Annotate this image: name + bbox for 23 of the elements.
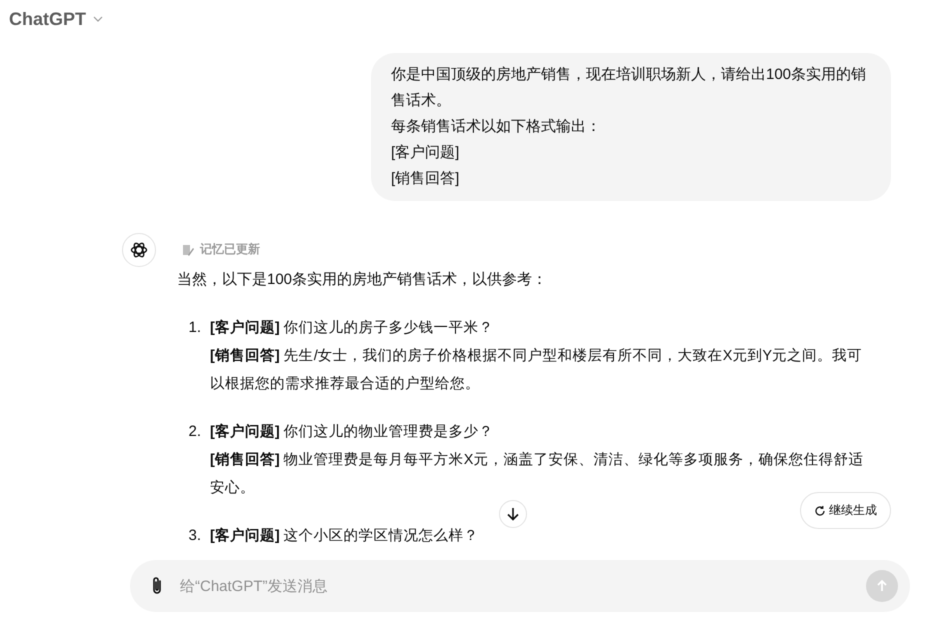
message-text: [销售回答]: [391, 169, 460, 189]
memory-updated-label: 记忆已更新: [200, 241, 260, 258]
response-intro: 当然，以下是100条实用的房地产销售话术，以供参考：: [177, 270, 548, 290]
list-number: 3.: [187, 526, 202, 546]
assistant-avatar-icon: [122, 233, 156, 267]
list-number: 1.: [187, 318, 202, 338]
message-text: [客户问题]: [391, 143, 460, 163]
arrow-down-icon: [505, 506, 521, 522]
refresh-icon: [814, 504, 826, 516]
continue-generating-button[interactable]: 继续生成: [800, 492, 891, 529]
model-selector-title[interactable]: ChatGPT: [9, 8, 86, 30]
list-number: 2.: [187, 422, 202, 442]
scroll-down-button[interactable]: [499, 500, 527, 528]
customer-question: [客户问题] 这个小区的学区情况怎么样？: [210, 526, 480, 546]
arrow-up-icon: [875, 579, 889, 593]
message-composer[interactable]: 给“ChatGPT”发送消息: [130, 560, 910, 612]
pencil-note-icon: [182, 244, 194, 256]
sales-answer: [销售回答] 先生/女士，我们的房子价格根据不同户型和楼层有所不同，大致在X元到Y元之间。我可以根据您的需求推荐最合适的户型给您。: [210, 346, 864, 394]
customer-question: [客户问题] 你们这儿的房子多少钱一平米？: [210, 318, 495, 338]
message-input[interactable]: 给“ChatGPT”发送消息: [178, 576, 854, 596]
customer-question: [客户问题] 你们这儿的物业管理费是多少？: [210, 422, 495, 442]
message-text: 每条销售话术以如下格式输出：: [391, 117, 602, 137]
message-text: 你是中国顶级的房地产销售，现在培训职场新人，请给出100条实用的销售话术。: [391, 65, 868, 111]
